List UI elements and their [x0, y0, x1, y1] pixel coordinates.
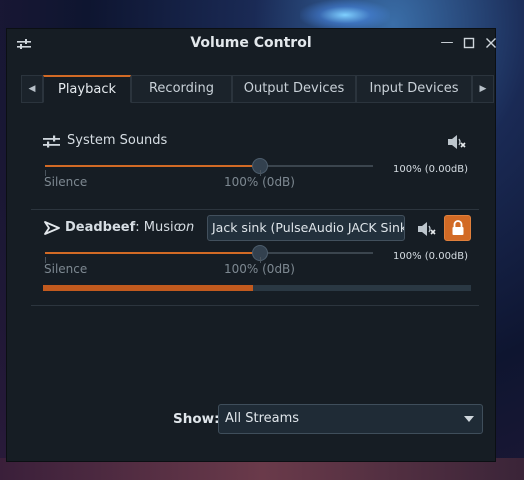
tab-bar: ◀ Playback Recording Output Devices Inpu… — [21, 75, 495, 105]
volume-control-window: Volume Control — ◀ Playback Recording Ou… — [6, 28, 496, 462]
stream-title: Deadbeef: Music — [65, 220, 181, 235]
tab-playback[interactable]: Playback — [43, 75, 131, 103]
stream-separator: : — [135, 220, 144, 235]
stream-media-name: Music — [143, 220, 181, 235]
chevron-left-icon[interactable]: ◀ — [21, 75, 43, 103]
speaker-mute-icon[interactable] — [417, 221, 437, 237]
separator — [31, 209, 479, 210]
lock-icon — [452, 220, 464, 235]
tab-recording[interactable]: Recording — [131, 75, 232, 103]
system-sounds-slider-fill — [45, 165, 260, 167]
stream-volume-value: 100% (0.00dB) — [393, 251, 469, 262]
show-filter-value: All Streams — [225, 411, 300, 426]
show-label: Show: — [173, 411, 220, 427]
deadbeef-app-icon — [44, 221, 60, 235]
system-sounds-icon — [43, 135, 60, 148]
system-sounds-min-label: Silence — [44, 175, 88, 189]
show-filter-dropdown[interactable]: All Streams — [218, 404, 483, 434]
peak-level-meter — [43, 285, 471, 291]
system-sounds-slider[interactable] — [45, 165, 373, 167]
dropdown-arrow-icon — [464, 416, 474, 422]
stream-app-name: Deadbeef — [65, 220, 136, 235]
tab-output-devices[interactable]: Output Devices — [232, 75, 356, 103]
lock-channels-button[interactable] — [444, 215, 471, 241]
title-bar: Volume Control — — [7, 29, 496, 59]
peak-level-meter-fill — [43, 285, 253, 291]
minimize-icon[interactable]: — — [439, 35, 455, 51]
system-sounds-label: System Sounds — [67, 133, 168, 148]
stream-on-label: on — [178, 220, 195, 235]
window-title: Volume Control — [190, 35, 312, 51]
stream-volume-slider[interactable] — [45, 252, 373, 254]
system-sounds-mid-label: 100% (0dB) — [224, 175, 295, 189]
tab-input-devices[interactable]: Input Devices — [356, 75, 472, 103]
stream-volume-slider-fill — [45, 252, 260, 254]
separator — [31, 305, 479, 306]
system-sounds-value: 100% (0.00dB) — [393, 164, 469, 175]
stream-min-label: Silence — [44, 262, 88, 276]
maximize-icon[interactable] — [461, 35, 477, 51]
chevron-right-icon[interactable]: ▶ — [472, 75, 494, 103]
sink-selector[interactable]: Jack sink (PulseAudio JACK Sink) — [207, 215, 405, 241]
speaker-mute-icon[interactable] — [447, 134, 467, 150]
close-icon[interactable] — [483, 35, 499, 51]
background-glow — [300, 0, 390, 30]
stream-mid-label: 100% (0dB) — [224, 262, 295, 276]
